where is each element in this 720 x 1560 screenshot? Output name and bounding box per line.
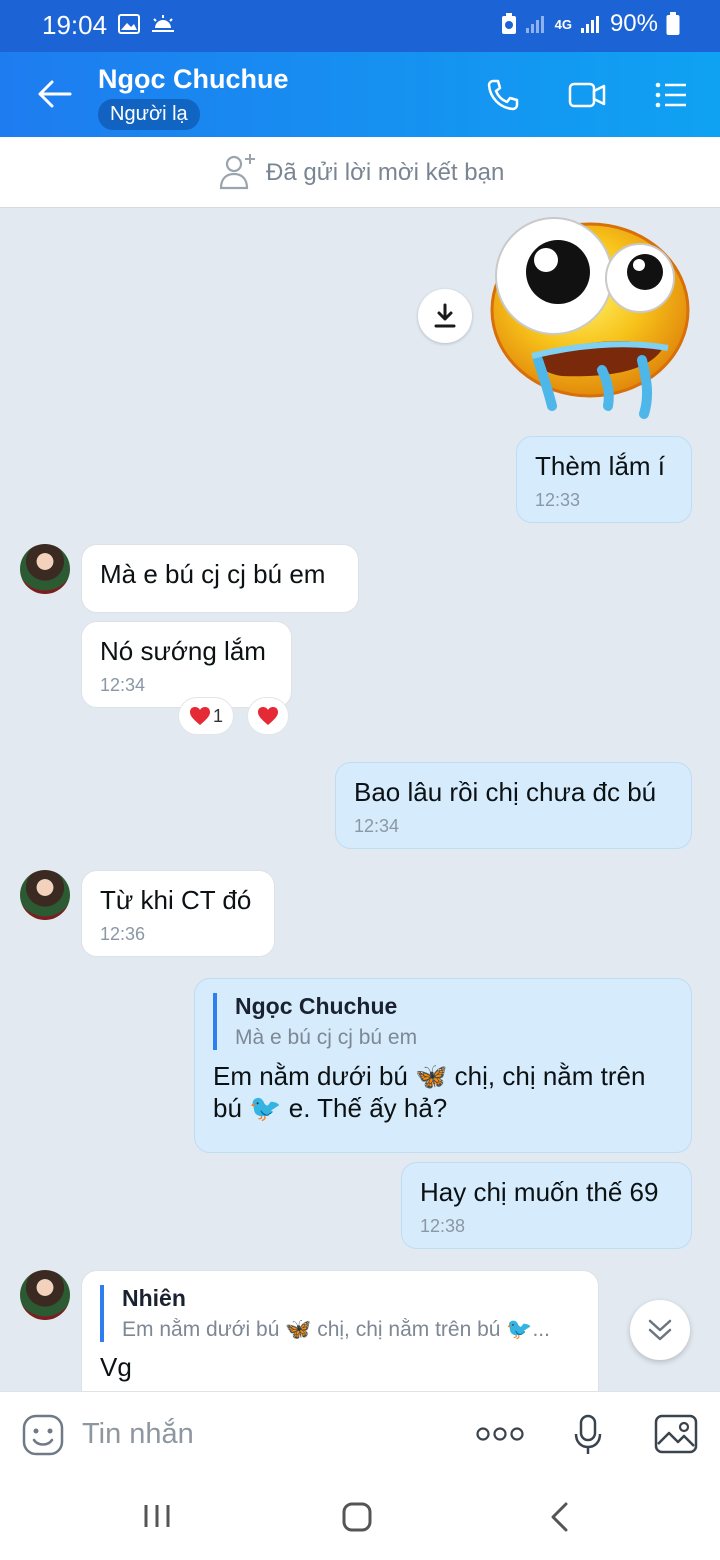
recent-apps-icon[interactable] bbox=[142, 1501, 172, 1531]
heart-icon bbox=[189, 707, 210, 725]
more-options-icon[interactable] bbox=[476, 1426, 524, 1442]
message-input[interactable]: Tin nhắn bbox=[82, 1418, 194, 1451]
back-arrow-icon[interactable] bbox=[38, 80, 72, 108]
video-call-icon[interactable] bbox=[568, 78, 606, 112]
quoted-author: Nhiên bbox=[122, 1285, 186, 1311]
reaction-count: 1 bbox=[212, 705, 223, 726]
heart-icon bbox=[258, 707, 278, 725]
home-icon[interactable] bbox=[341, 1501, 373, 1533]
message-text-line-2: bú 🐦 e. Thế ấy hả? bbox=[213, 1093, 448, 1123]
react-button[interactable] bbox=[247, 697, 289, 735]
double-chevron-down-icon bbox=[648, 1319, 672, 1341]
scroll-to-bottom-button[interactable] bbox=[630, 1300, 690, 1360]
contact-avatar[interactable] bbox=[20, 1270, 70, 1320]
quoted-message[interactable]: Nhiên Em nằm dưới bú 🦋 chị, chị nằm trên… bbox=[100, 1285, 580, 1342]
message-time: 12:33 bbox=[535, 490, 581, 510]
status-time: 19:04 bbox=[42, 10, 108, 40]
image-gallery-icon[interactable] bbox=[654, 1414, 698, 1454]
message-incoming-reply[interactable]: Nhiên Em nằm dưới bú 🦋 chị, chị nằm trên… bbox=[81, 1270, 599, 1410]
friend-request-bar: Đã gửi lời mời kết bạn bbox=[0, 137, 720, 208]
message-text: Hay chị muốn thế 69 bbox=[420, 1177, 659, 1207]
message-text: Mà e bú cj cj bú em bbox=[100, 559, 326, 589]
message-outgoing-reply[interactable]: Ngọc Chuchue Mà e bú cj cj bú em Em nằm … bbox=[194, 978, 692, 1153]
system-nav-bar bbox=[0, 1479, 720, 1560]
message-outgoing[interactable]: Hay chị muốn thế 69 12:38 bbox=[401, 1162, 692, 1249]
stranger-badge: Người lạ bbox=[98, 99, 200, 130]
message-outgoing[interactable]: Bao lâu rồi chị chưa đc bú 12:34 bbox=[335, 762, 692, 849]
status-bar: 19:04 4G 90% bbox=[0, 0, 720, 52]
message-time: 12:34 bbox=[354, 816, 400, 836]
reaction-summary[interactable]: 1 bbox=[178, 697, 234, 735]
quoted-message[interactable]: Ngọc Chuchue Mà e bú cj cj bú em bbox=[213, 993, 673, 1050]
status-right: 4G 90% bbox=[501, 10, 680, 38]
phone-call-icon[interactable] bbox=[486, 78, 520, 112]
message-incoming[interactable]: Nó sướng lắm 12:34 bbox=[81, 621, 292, 708]
back-icon[interactable] bbox=[548, 1501, 572, 1533]
download-sticker-button[interactable] bbox=[418, 289, 472, 343]
download-icon bbox=[434, 303, 456, 328]
message-incoming[interactable]: Từ khi CT đó 12:36 bbox=[81, 870, 275, 957]
chat-header: Ngọc Chuchue Người lạ bbox=[0, 52, 720, 137]
battery-percent: 90% bbox=[609, 10, 658, 37]
network-type: 4G bbox=[554, 16, 572, 32]
quoted-text: Mà e bú cj cj bú em bbox=[235, 1026, 418, 1049]
quoted-text: Em nằm dưới bú 🦋 chị, chị nằm trên bú 🐦.… bbox=[122, 1318, 550, 1341]
message-composer: Tin nhắn bbox=[0, 1391, 720, 1479]
quoted-author: Ngọc Chuchue bbox=[235, 993, 398, 1019]
contact-avatar[interactable] bbox=[20, 870, 70, 920]
drooling-face-sticker[interactable] bbox=[482, 210, 692, 420]
emoji-sticker-icon[interactable] bbox=[22, 1414, 64, 1456]
gallery-icon bbox=[118, 14, 140, 34]
weather-icon bbox=[152, 15, 174, 32]
message-text: Thèm lắm í bbox=[535, 451, 666, 481]
message-outgoing[interactable]: Thèm lắm í 12:33 bbox=[516, 436, 692, 523]
signal-icon bbox=[525, 16, 544, 33]
contact-avatar[interactable] bbox=[20, 544, 70, 594]
microphone-icon[interactable] bbox=[574, 1414, 602, 1456]
status-notification-icons bbox=[118, 14, 176, 34]
message-time: 12:34 bbox=[100, 675, 146, 695]
menu-list-icon[interactable] bbox=[654, 78, 688, 112]
message-text: Nó sướng lắm bbox=[100, 636, 266, 666]
signal-icon-2 bbox=[580, 16, 599, 33]
message-incoming[interactable]: Mà e bú cj cj bú em bbox=[81, 544, 359, 613]
message-text-line-1: Em nằm dưới bú 🦋 chị, chị nằm trên bbox=[213, 1061, 646, 1091]
message-text: Vg bbox=[100, 1352, 132, 1382]
friend-request-text: Đã gửi lời mời kết bạn bbox=[266, 159, 505, 186]
battery-icon bbox=[666, 12, 680, 35]
message-text: Bao lâu rồi chị chưa đc bú bbox=[354, 777, 657, 807]
message-time: 12:38 bbox=[420, 1216, 466, 1236]
message-time: 12:36 bbox=[100, 924, 146, 944]
message-text: Từ khi CT đó bbox=[100, 885, 252, 915]
add-friend-icon bbox=[219, 154, 255, 190]
contact-name[interactable]: Ngọc Chuchue bbox=[98, 64, 289, 95]
battery-saver-icon bbox=[501, 13, 516, 34]
